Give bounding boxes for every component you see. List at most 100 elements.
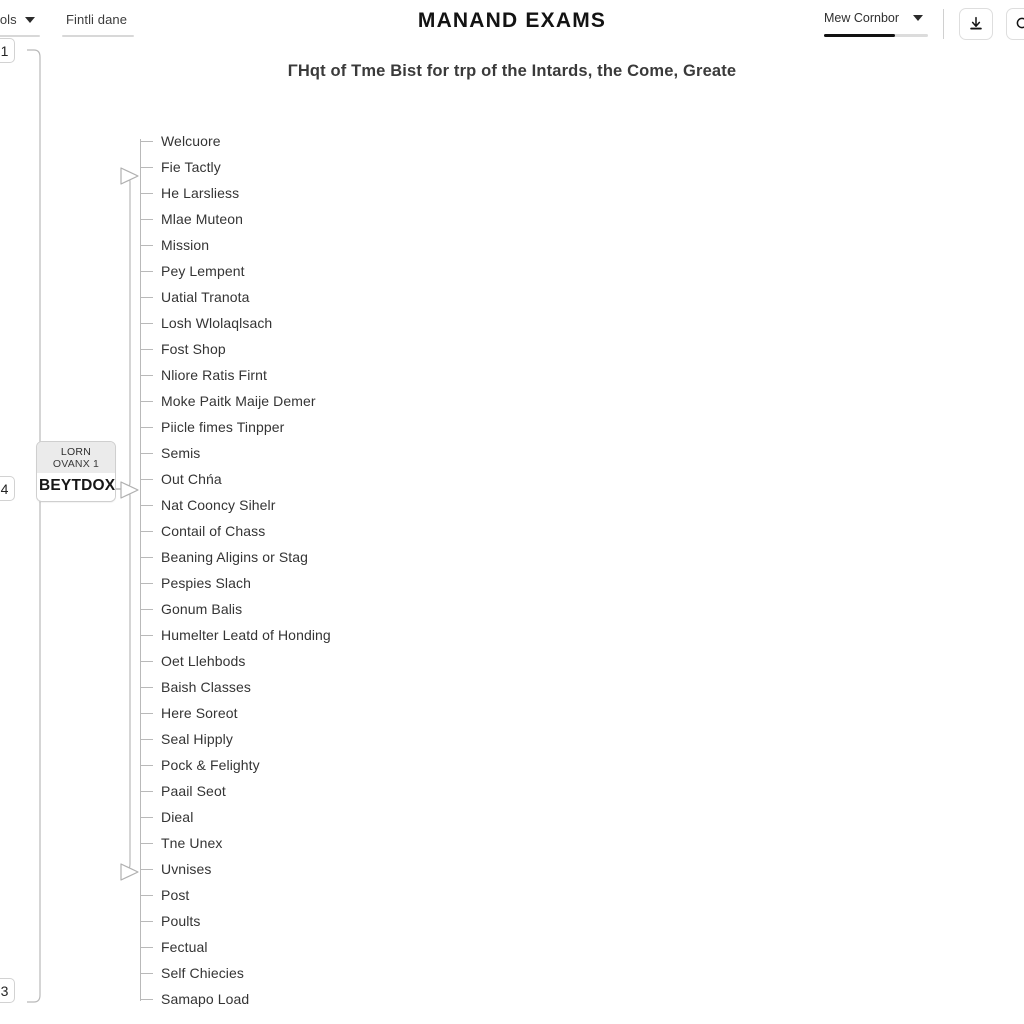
tree-item[interactable]: Mlae Muteon bbox=[140, 206, 660, 232]
tree-branch-tick bbox=[140, 505, 153, 506]
tree-list: Welcuore Fie Tactly He Larsliess Mlae Muteo… bbox=[140, 128, 660, 1012]
tree-items-container: Welcuore Fie Tactly He Larsliess Mlae Muteo… bbox=[140, 128, 660, 1012]
tree-item-label: Here Soreot bbox=[161, 705, 238, 721]
tree-item[interactable]: Welcuore bbox=[140, 128, 660, 154]
tree-item[interactable]: Tne Unex bbox=[140, 830, 660, 856]
tree-branch-tick bbox=[140, 375, 153, 376]
tree-item[interactable]: Moke Paitk Maije Demer bbox=[140, 388, 660, 414]
download-icon bbox=[970, 16, 982, 30]
tree-branch-tick bbox=[140, 245, 153, 246]
rail-badge-4[interactable]: 4 bbox=[0, 476, 15, 501]
tree-branch-tick bbox=[140, 739, 153, 740]
tree-branch-tick bbox=[140, 843, 153, 844]
tree-branch-tick bbox=[140, 271, 153, 272]
tree-item-label: Fie Tactly bbox=[161, 159, 221, 175]
tree-branch-tick bbox=[140, 635, 153, 636]
tree-branch-tick bbox=[140, 141, 153, 142]
tree-item-label: Pock & Felighty bbox=[161, 757, 260, 773]
tree-item-label: Fost Shop bbox=[161, 341, 226, 357]
tree-item[interactable]: Nat Cooncy Sihelr bbox=[140, 492, 660, 518]
tree-item[interactable]: Gonum Balis bbox=[140, 596, 660, 622]
tree-item-label: Mission bbox=[161, 237, 210, 253]
view-select[interactable]: Mew Cornbor bbox=[824, 11, 928, 37]
tree-item-label: Tne Unex bbox=[161, 835, 223, 851]
tree-item-label: Self Chiecies bbox=[161, 965, 245, 981]
tree-item[interactable]: Seal Hipply bbox=[140, 726, 660, 752]
tree-item[interactable]: Oet Llehbods bbox=[140, 648, 660, 674]
tree-item-label: Semis bbox=[161, 445, 201, 461]
tree-item[interactable]: Baish Classes bbox=[140, 674, 660, 700]
tree-item-label: He Larsliess bbox=[161, 185, 240, 201]
tree-branch-tick bbox=[140, 817, 153, 818]
tree-item[interactable]: Fie Tactly bbox=[140, 154, 660, 180]
rail-badge-1[interactable]: 1 bbox=[0, 38, 15, 63]
tree-item-label: Out Chńa bbox=[161, 471, 222, 487]
tree-item-label: Nliore Ratis Firnt bbox=[161, 367, 268, 383]
tree-branch-tick bbox=[140, 531, 153, 532]
tree-item[interactable]: Losh Wlolaqlsach bbox=[140, 310, 660, 336]
tree-item[interactable]: Nliore Ratis Firnt bbox=[140, 362, 660, 388]
tree-item[interactable]: Here Soreot bbox=[140, 700, 660, 726]
tree-item[interactable]: Out Chńa bbox=[140, 466, 660, 492]
tree-item[interactable]: Pespies Slach bbox=[140, 570, 660, 596]
tree-branch-tick bbox=[140, 219, 153, 220]
tree-branch-tick bbox=[140, 921, 153, 922]
tree-branch-tick bbox=[140, 349, 153, 350]
tree-branch-tick bbox=[140, 453, 153, 454]
tree-branch-tick bbox=[140, 765, 153, 766]
tree-item-label: Uvnises bbox=[161, 861, 212, 877]
tree-item[interactable]: Uatial Tranota bbox=[140, 284, 660, 310]
tree-item[interactable]: Humelter Leatd of Honding bbox=[140, 622, 660, 648]
tree-branch-tick bbox=[140, 999, 153, 1000]
search-icon bbox=[1016, 17, 1024, 29]
tree-item-label: Oet Llehbods bbox=[161, 653, 246, 669]
tree-branch-tick bbox=[140, 297, 153, 298]
tree-branch-tick bbox=[140, 427, 153, 428]
rail-badge-3[interactable]: 3 bbox=[0, 978, 15, 1003]
tree-branch-tick bbox=[140, 661, 153, 662]
header-actions: Mew Cornbor bbox=[824, 8, 1024, 40]
tree-item[interactable]: He Larsliess bbox=[140, 180, 660, 206]
tree-item[interactable]: Fost Shop bbox=[140, 336, 660, 362]
tree-item-label: Uatial Tranota bbox=[161, 289, 250, 305]
tree-item-label: Pey Lempent bbox=[161, 263, 245, 279]
app-root: el Bfaols Fintli dane MANAND EXAMS Mew C… bbox=[0, 0, 1024, 1024]
tree-item[interactable]: Beaning Aligins or Stag bbox=[140, 544, 660, 570]
node-card-header-line2: OVANX 1 bbox=[52, 458, 100, 471]
tree-item[interactable]: Pock & Felighty bbox=[140, 752, 660, 778]
tree-item[interactable]: Fectual bbox=[140, 934, 660, 960]
tree-item-label: Piicle fimes Tinpper bbox=[161, 419, 285, 435]
chevron-down-icon bbox=[913, 15, 924, 21]
tree-branch-tick bbox=[140, 557, 153, 558]
view-select-row: Mew Cornbor bbox=[824, 11, 928, 25]
tree-item[interactable]: Samapo Load bbox=[140, 986, 660, 1012]
tree-item[interactable]: Piicle fimes Tinpper bbox=[140, 414, 660, 440]
tree-item-label: Contail of Chass bbox=[161, 523, 266, 539]
tree-item-label: Losh Wlolaqlsach bbox=[161, 315, 273, 331]
tree-item-label: Samapo Load bbox=[161, 991, 250, 1007]
view-select-progress bbox=[824, 34, 928, 37]
tree-item[interactable]: Uvnises bbox=[140, 856, 660, 882]
tree-item[interactable]: Poults bbox=[140, 908, 660, 934]
tree-branch-tick bbox=[140, 895, 153, 896]
tree-item-label: Moke Paitk Maije Demer bbox=[161, 393, 316, 409]
tree-item[interactable]: Dieal bbox=[140, 804, 660, 830]
tree-branch-tick bbox=[140, 869, 153, 870]
download-button[interactable] bbox=[959, 8, 993, 40]
tree-branch-tick bbox=[140, 193, 153, 194]
node-card[interactable]: LORN OVANX 1 BEYTDOX bbox=[36, 441, 116, 503]
tree-item[interactable]: Mission bbox=[140, 232, 660, 258]
app-header: el Bfaols Fintli dane MANAND EXAMS Mew C… bbox=[0, 0, 1024, 52]
tree-item[interactable]: Self Chiecies bbox=[140, 960, 660, 986]
tree-item[interactable]: Post bbox=[140, 882, 660, 908]
tree-branch-tick bbox=[140, 323, 153, 324]
tree-item[interactable]: Contail of Chass bbox=[140, 518, 660, 544]
tree-item[interactable]: Semis bbox=[140, 440, 660, 466]
tree-item[interactable]: Pey Lempent bbox=[140, 258, 660, 284]
tree-item[interactable]: Paail Seot bbox=[140, 778, 660, 804]
header-divider bbox=[943, 9, 944, 39]
node-card-body: BEYTDOX bbox=[37, 473, 115, 502]
tree-item-label: Mlae Muteon bbox=[161, 211, 244, 227]
node-card-header: LORN OVANX 1 bbox=[37, 442, 115, 474]
search-button[interactable] bbox=[1006, 8, 1024, 40]
